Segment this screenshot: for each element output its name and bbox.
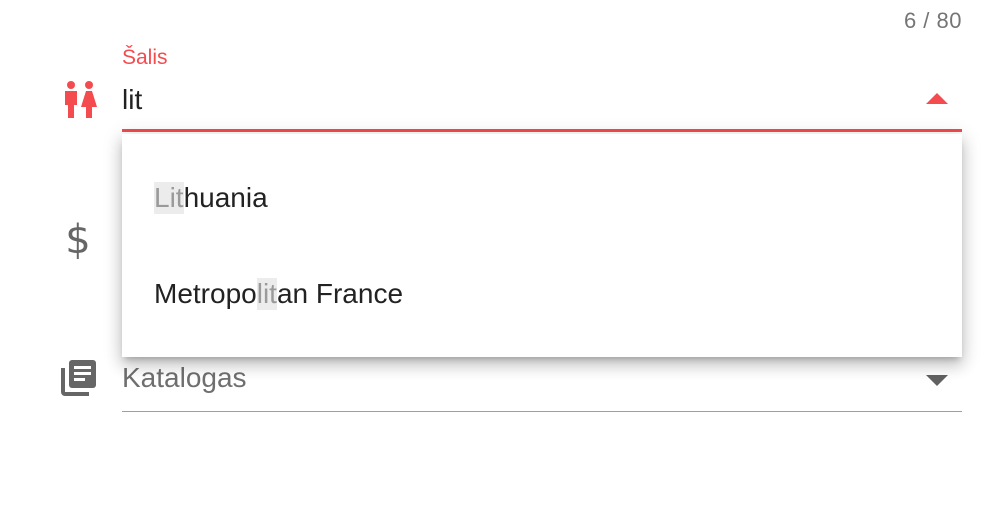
option-lithuania[interactable]: Lit huania	[154, 174, 268, 222]
dropdown-expand-icon[interactable]	[926, 375, 948, 386]
dollar-symbol: $	[65, 217, 91, 263]
option-text-after: huania	[183, 182, 268, 213]
autocomplete-dropdown: Lit huania Metropo lit an France	[122, 134, 962, 357]
option-text-after: an France	[276, 278, 404, 309]
form-container: 6 / 80 Šalis Lithuania Metropolitan Fran…	[0, 0, 996, 520]
option-text-before: Metropo	[154, 278, 257, 309]
dollar-icon: $	[58, 220, 98, 260]
option-match-highlight: lit	[256, 278, 277, 310]
country-input[interactable]	[122, 80, 912, 120]
people-icon	[60, 80, 100, 120]
option-match-highlight: Lit	[154, 182, 184, 214]
dropdown-collapse-icon[interactable]	[926, 93, 948, 104]
country-field-underline	[122, 129, 962, 132]
catalog-field-underline	[122, 411, 962, 412]
character-counter: 6 / 80	[903, 8, 962, 33]
country-field-label: Šalis	[122, 46, 168, 69]
catalog-select[interactable]: Katalogas	[122, 362, 247, 394]
library-books-icon	[58, 358, 98, 398]
option-metropolitan-france[interactable]: Metropo lit an France	[154, 270, 403, 318]
